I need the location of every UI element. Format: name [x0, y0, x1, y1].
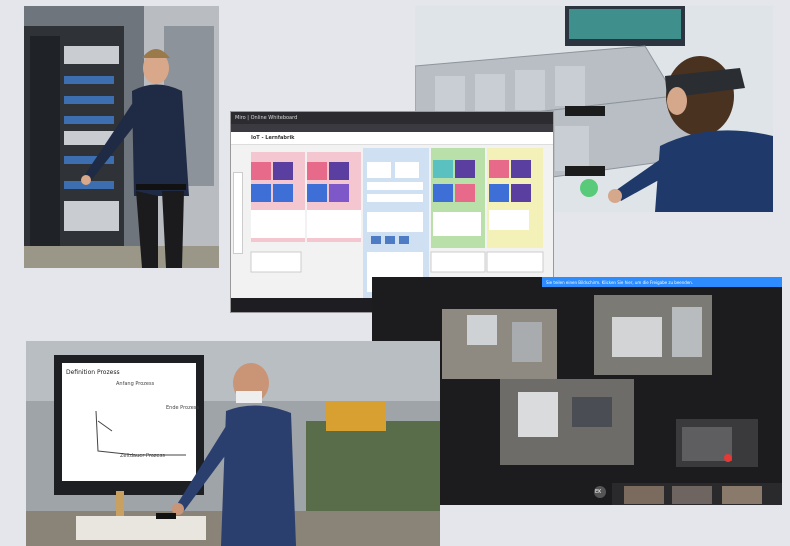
- photo-smartboard-workshop: Definition Prozess Anfang Prozess Ende P…: [26, 341, 440, 546]
- participant-avatar: EK: [595, 489, 602, 495]
- monitor-slide: Definition Prozess Anfang Prozess Ende P…: [66, 369, 199, 459]
- slide-note-start: Anfang Prozess: [116, 381, 155, 387]
- control-cabinet-scene: [24, 6, 219, 268]
- slide-note-duration: Zeitdauer Prozess: [120, 453, 165, 459]
- slide-note-end: Ende Prozess: [166, 405, 200, 411]
- photo-technician-control-cabinet: [24, 6, 219, 268]
- slide-heading: Definition Prozess: [66, 369, 120, 376]
